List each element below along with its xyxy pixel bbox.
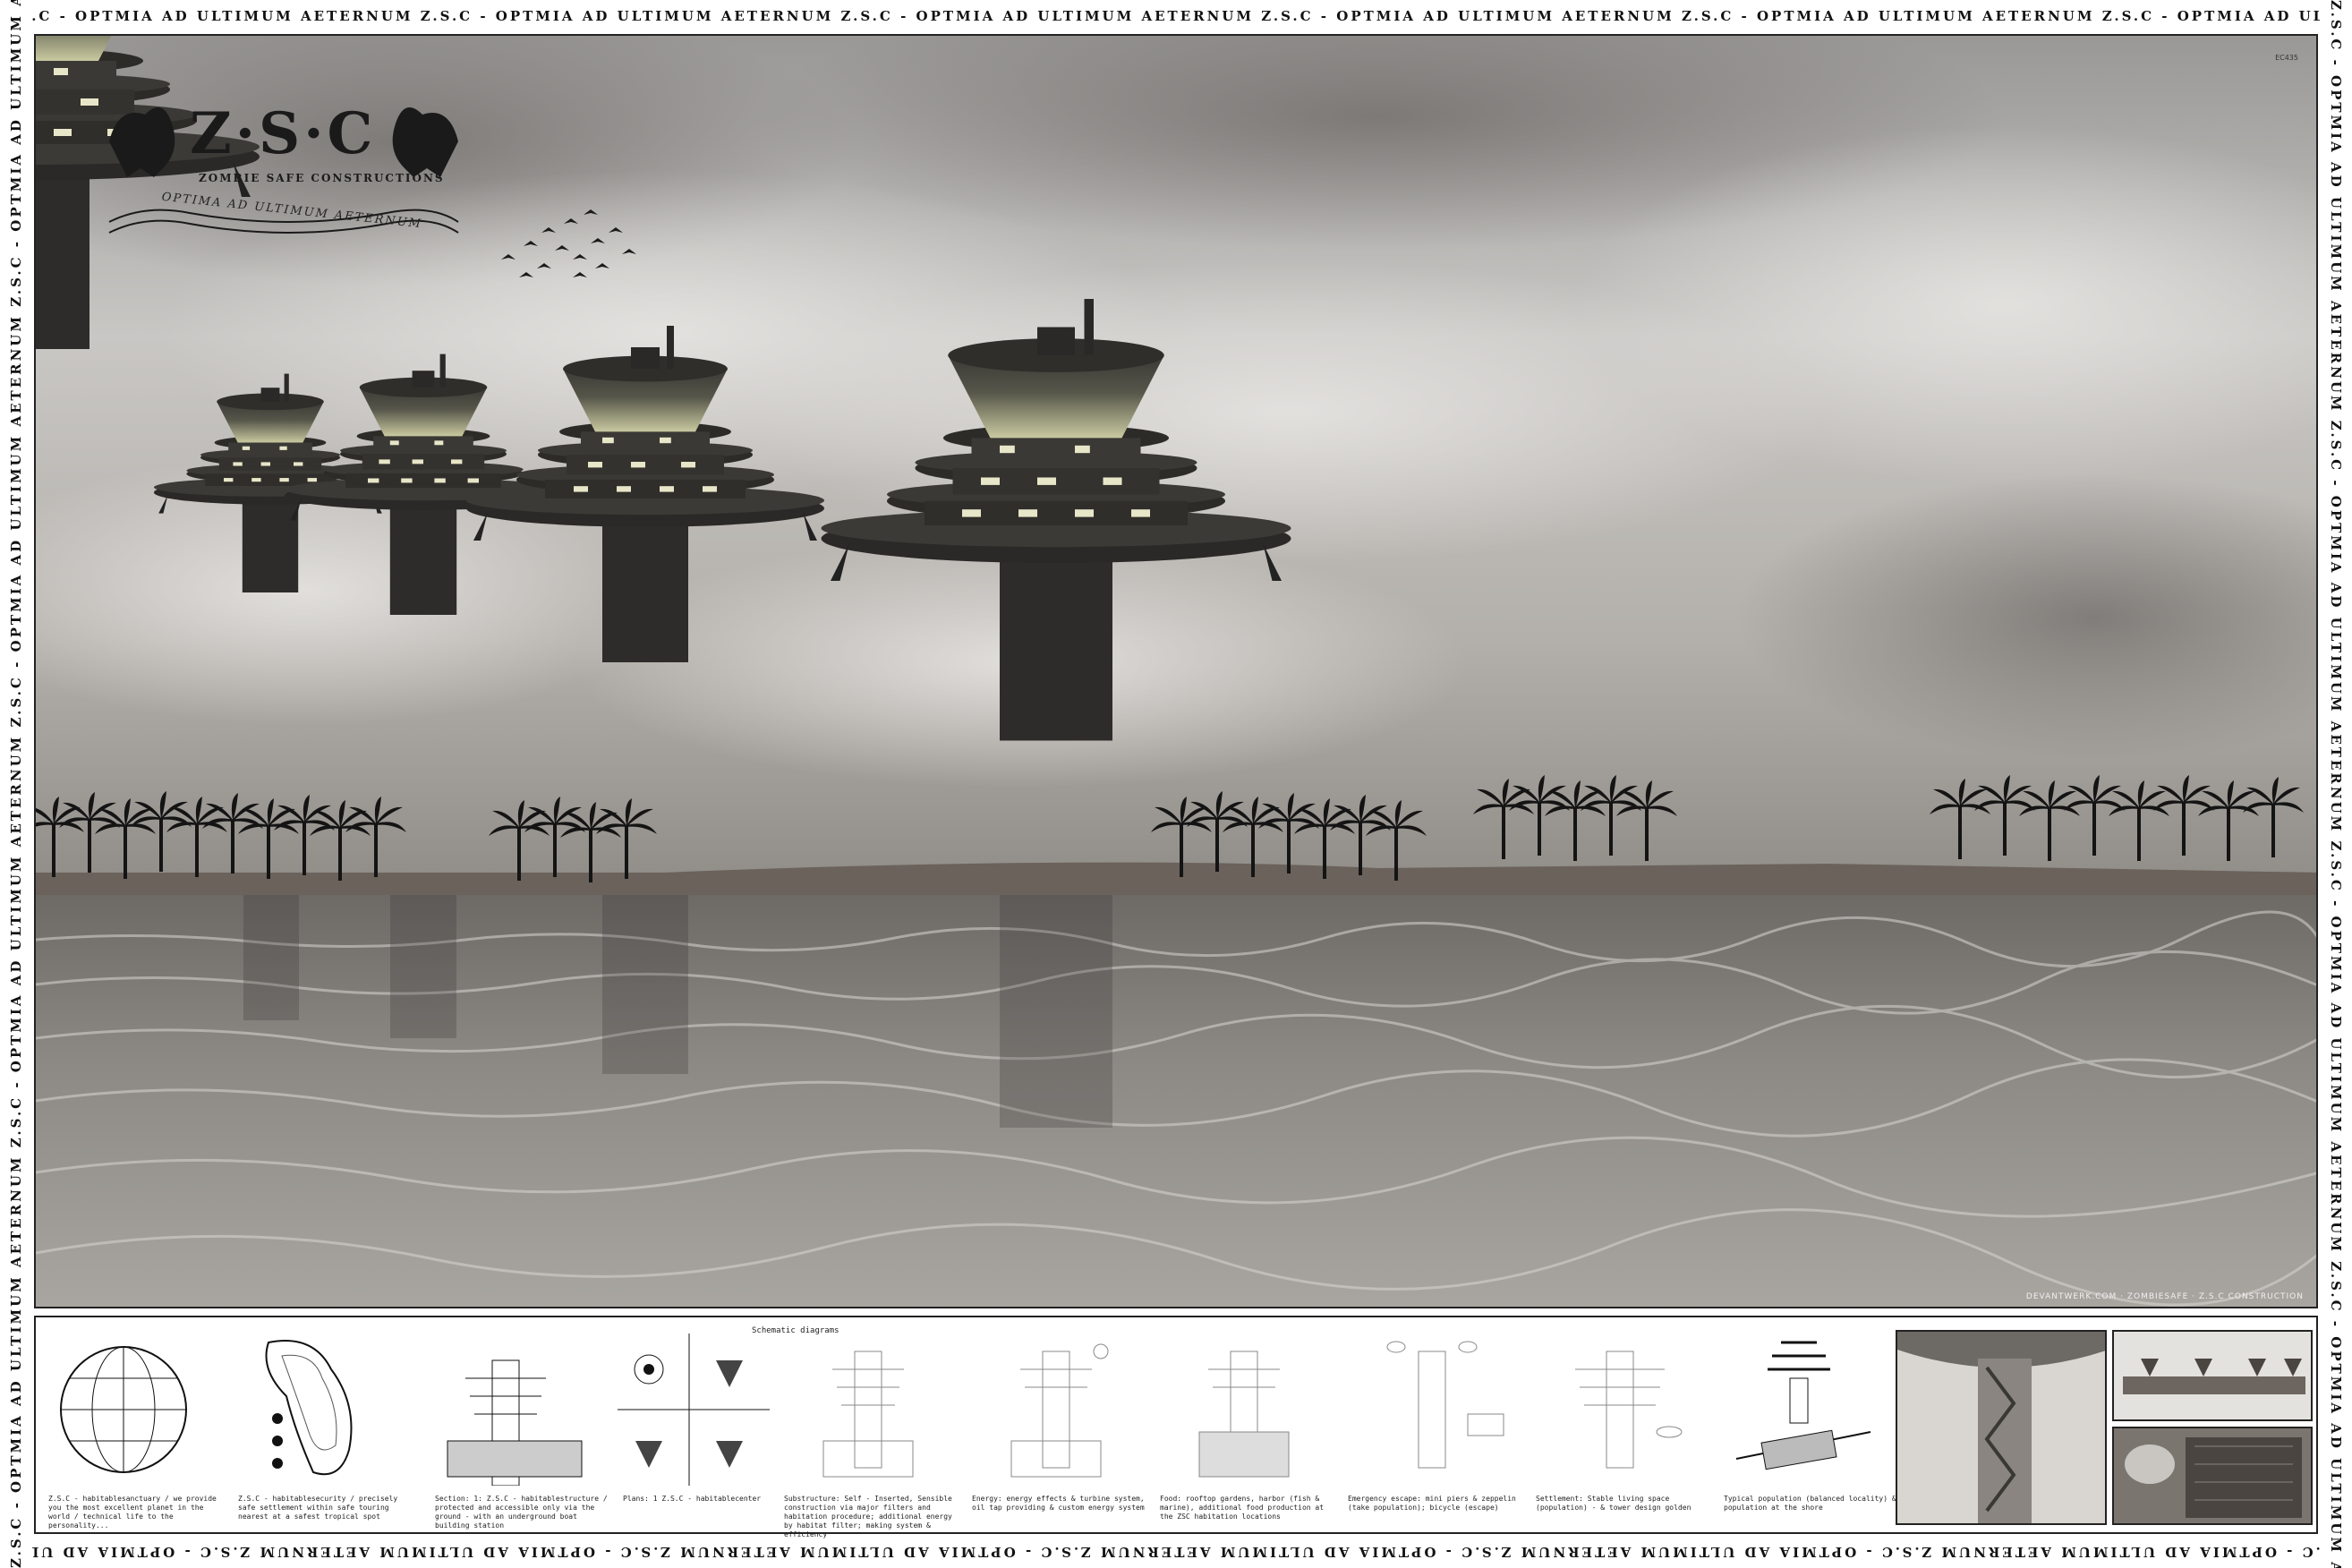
panel-section: Section: 1: Z.S.C - habitablestructure /…: [430, 1325, 609, 1530]
tank-render-image: [2114, 1428, 2311, 1523]
panel-contour-map: Z.S.C - habitablesecurity / precisely sa…: [233, 1325, 412, 1527]
scene-corner-label: EC435: [2275, 54, 2298, 62]
panel-energy: Energy: energy effects & turbine system,…: [967, 1325, 1146, 1527]
diagram-sheet: Schematic diagrams Z.S.C - habitablesanc…: [34, 1316, 2318, 1538]
shaft-render-image: [1897, 1332, 2105, 1523]
plan-drawings-icon: [618, 1334, 770, 1486]
zsc-logo: Z·S·C ZOMBIE SAFE CONSTRUCTIONS OPTIMA A…: [91, 79, 476, 249]
energy-diagram-icon: [1010, 1343, 1109, 1478]
caption-9: Settlement: Stable living space (populat…: [1536, 1495, 1692, 1512]
settlement-diagram-icon: [1575, 1351, 1683, 1469]
panel-population: Typical population (balanced locality) &…: [1718, 1325, 1896, 1527]
logo-title: Z·S·C: [190, 100, 377, 167]
emergency-escape-icon: [1386, 1341, 1504, 1469]
border-left: Z.S.C - OPTMIA AD ULTIMUM AETERNUM Z.S.C…: [0, 0, 32, 1568]
detail-render-tank: [2112, 1427, 2313, 1525]
logo-subtitle: ZOMBIE SAFE CONSTRUCTIONS: [199, 172, 445, 184]
panel-substructure: Substructure: Self - Inserted, Sensible …: [779, 1325, 958, 1538]
caption-2: Z.S.C - habitablesecurity / precisely sa…: [238, 1495, 398, 1521]
border-bottom-text: Z.S.C - OPTMIA AD ULTIMUM AETERNUM Z.S.C…: [0, 1536, 2352, 1568]
border-top-text: Z.S.C - OPTMIA AD ULTIMUM AETERNUM Z.S.C…: [0, 0, 2352, 32]
detail-render-shaft: [1896, 1330, 2107, 1525]
detail-render-platforms: [2112, 1330, 2313, 1421]
caption-10: Typical population (balanced locality) &…: [1724, 1495, 1896, 1512]
tower-render-scene: Z·S·C ZOMBIE SAFE CONSTRUCTIONS OPTIMA A…: [34, 34, 2318, 1308]
panel-food: Food: rooftop gardens, harbor (fish & ma…: [1155, 1325, 1334, 1527]
panel-settlement: Settlement: Stable living space (populat…: [1530, 1325, 1709, 1527]
caption-5: Substructure: Self - Inserted, Sensible …: [784, 1495, 952, 1538]
border-right-text: Z.S.C - OPTMIA AD ULTIMUM AETERNUM Z.S.C…: [2328, 0, 2344, 1568]
scene-credit: DEVANTWERK.COM · ZOMBIESAFE · Z.S.C CONS…: [2025, 1292, 2304, 1301]
caption-6: Energy: energy effects & turbine system,…: [972, 1495, 1145, 1512]
globe-icon: [60, 1346, 187, 1473]
caption-3: Section: 1: Z.S.C - habitablestructure /…: [435, 1495, 608, 1530]
panel-globe: Z.S.C - habitablesanctuary / we provide …: [43, 1325, 222, 1530]
substructure-diagram-icon: [822, 1351, 914, 1478]
border-right: Z.S.C - OPTMIA AD ULTIMUM AETERNUM Z.S.C…: [2320, 0, 2352, 1568]
caption-4: Plans: 1 Z.S.C - habitablecenter: [623, 1495, 762, 1503]
population-diagram-icon: [1735, 1341, 1871, 1470]
platforms-render-image: [2114, 1332, 2311, 1419]
panel-plans: Plans: 1 Z.S.C - habitablecenter: [618, 1325, 770, 1527]
caption-7: Food: rooftop gardens, harbor (fish & ma…: [1160, 1495, 1325, 1521]
caption-1: Z.S.C - habitablesanctuary / we provide …: [48, 1495, 217, 1530]
contour-map-icon: [265, 1340, 353, 1476]
panel-emergency: Emergency escape: mini piers & zeppelin …: [1342, 1325, 1521, 1527]
caption-8: Emergency escape: mini piers & zeppelin …: [1348, 1495, 1516, 1512]
section-drawing-icon: [447, 1359, 583, 1486]
border-left-text: Z.S.C - OPTMIA AD ULTIMUM AETERNUM Z.S.C…: [8, 0, 24, 1568]
food-diagram-icon: [1198, 1351, 1290, 1478]
